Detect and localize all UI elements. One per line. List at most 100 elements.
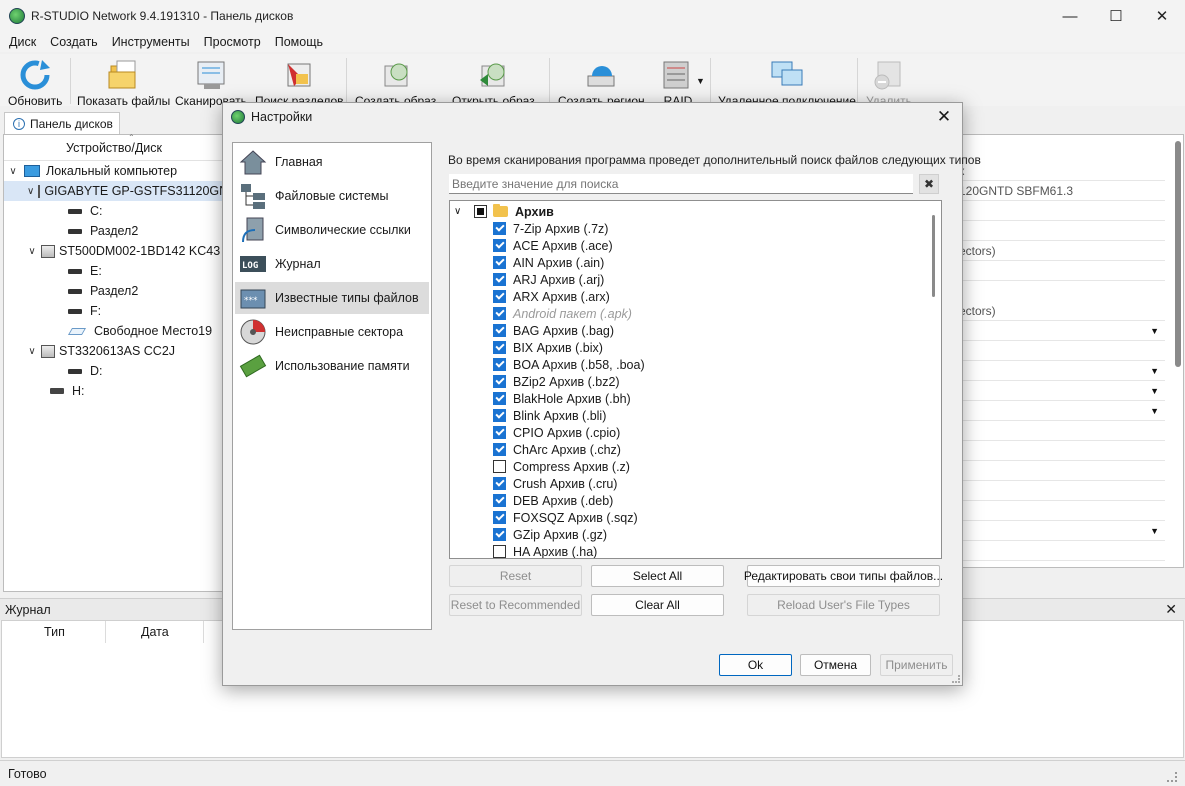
file-type-row[interactable]: DEB Архив (.deb) <box>493 492 613 509</box>
expand-chevron-icon[interactable]: ∨ <box>27 186 34 197</box>
file-type-row[interactable]: Android пакет (.apk) <box>493 305 632 322</box>
menu-create[interactable]: Создать <box>43 35 105 49</box>
tree-item-disk-gigabyte[interactable]: ∨ GIGABYTE GP-GSTFS31120GN <box>4 181 228 201</box>
clear-all-button[interactable]: Clear All <box>591 594 724 616</box>
reset-to-recommended-button[interactable]: Reset to Recommended <box>449 594 582 616</box>
tree-item-partition-c[interactable]: C: <box>64 201 103 221</box>
file-type-checkbox[interactable] <box>493 222 506 235</box>
file-type-checkbox[interactable] <box>493 341 506 354</box>
raid-dropdown-icon[interactable]: ▼ <box>696 76 705 86</box>
nav-item-memory-usage[interactable]: Использование памяти <box>235 350 429 382</box>
file-type-checkbox[interactable] <box>493 409 506 422</box>
file-type-row[interactable]: ARX Архив (.arx) <box>493 288 610 305</box>
show-files-button[interactable]: Показать файлы <box>77 58 170 108</box>
file-type-row[interactable]: FOXSQZ Архив (.sqz) <box>493 509 638 526</box>
raid-button[interactable]: RAID <box>661 58 695 108</box>
file-type-checkbox[interactable] <box>493 290 506 303</box>
file-type-row[interactable]: HA Архив (.ha) <box>493 543 597 558</box>
expand-chevron-icon[interactable]: ∨ <box>27 346 37 357</box>
find-partitions-button[interactable]: Поиск разделов <box>255 58 344 108</box>
tree-item-partition2-a[interactable]: Раздел2 <box>64 221 138 241</box>
file-type-checkbox[interactable] <box>493 528 506 541</box>
file-type-checkbox[interactable] <box>493 494 506 507</box>
resize-grip-icon[interactable] <box>1167 772 1177 782</box>
nav-item-main[interactable]: Главная <box>235 146 429 178</box>
file-type-row[interactable]: BOA Архив (.b58, .boa) <box>493 356 645 373</box>
file-type-checkbox[interactable] <box>493 460 506 473</box>
nav-item-file-systems[interactable]: Файловые системы <box>235 180 429 212</box>
file-type-checkbox[interactable] <box>493 426 506 439</box>
open-image-button[interactable]: Открыть образ <box>452 58 535 108</box>
file-type-checkbox[interactable] <box>493 239 506 252</box>
file-type-row[interactable]: ARJ Архив (.arj) <box>493 271 604 288</box>
clear-search-button[interactable]: ✖ <box>919 174 939 194</box>
reset-button[interactable]: Reset <box>449 565 582 587</box>
expand-chevron-icon[interactable]: ∨ <box>454 206 466 217</box>
minimize-button[interactable]: — <box>1047 0 1093 32</box>
dropdown-arrow-icon[interactable]: ▼ <box>1150 326 1159 336</box>
property-row[interactable]: ▼ <box>959 361 1165 381</box>
menu-tools[interactable]: Инструменты <box>105 35 197 49</box>
nav-item-bad-sectors[interactable]: Неисправные сектора <box>235 316 429 348</box>
file-type-checkbox[interactable] <box>493 511 506 524</box>
dropdown-arrow-icon[interactable]: ▼ <box>1150 526 1159 536</box>
dropdown-arrow-icon[interactable]: ▼ <box>1150 366 1159 376</box>
ok-button[interactable]: Ok <box>719 654 792 676</box>
file-type-row[interactable]: Blink Архив (.bli) <box>493 407 606 424</box>
tree-item-partition-f[interactable]: F: <box>64 301 101 321</box>
tree-item-partition-d[interactable]: D: <box>64 361 103 381</box>
file-type-row[interactable]: BZip2 Архив (.bz2) <box>493 373 620 390</box>
select-all-button[interactable]: Select All <box>591 565 724 587</box>
maximize-button[interactable]: ☐ <box>1093 0 1139 32</box>
file-type-row[interactable]: CPIO Архив (.cpio) <box>493 424 620 441</box>
file-type-checkbox[interactable] <box>493 358 506 371</box>
file-type-checkbox[interactable] <box>493 273 506 286</box>
close-journal-icon[interactable]: ✕ <box>1165 601 1177 618</box>
file-type-checkbox[interactable] <box>493 443 506 456</box>
journal-column-type[interactable]: Тип <box>44 625 65 639</box>
file-type-checkbox[interactable] <box>493 375 506 388</box>
file-type-checkbox[interactable] <box>493 545 506 558</box>
dropdown-arrow-icon[interactable]: ▼ <box>1150 386 1159 396</box>
tree-item-drive-h[interactable]: H: <box>46 381 85 401</box>
menu-help[interactable]: Помощь <box>268 35 330 49</box>
reload-file-types-button[interactable]: Reload User's File Types <box>747 594 940 616</box>
edit-file-types-button[interactable]: Редактировать свои типы файлов... <box>744 565 943 587</box>
property-row[interactable]: ▼ <box>959 321 1165 341</box>
scan-button[interactable]: Сканировать <box>175 58 247 108</box>
file-type-row[interactable]: BAG Архив (.bag) <box>493 322 614 339</box>
file-type-row[interactable]: ChArc Архив (.chz) <box>493 441 621 458</box>
file-type-search-input[interactable] <box>449 174 913 194</box>
apply-button[interactable]: Применить <box>880 654 953 676</box>
refresh-button[interactable]: Обновить <box>8 58 62 108</box>
file-type-checkbox[interactable] <box>493 256 506 269</box>
tree-item-disk-st500[interactable]: ∨ ST500DM002-1BD142 KC43 <box>27 241 220 261</box>
expand-chevron-icon[interactable]: ∨ <box>27 246 37 257</box>
file-type-checkbox[interactable] <box>493 392 506 405</box>
property-row[interactable]: ▼ <box>959 401 1165 421</box>
file-type-row[interactable]: BlakHole Архив (.bh) <box>493 390 631 407</box>
tree-item-partition2-b[interactable]: Раздел2 <box>64 281 138 301</box>
file-type-row[interactable]: AIN Архив (.ain) <box>493 254 604 271</box>
dialog-close-button[interactable]: ✕ <box>932 106 956 128</box>
file-type-row[interactable]: GZip Архив (.gz) <box>493 526 607 543</box>
tree-item-free-space[interactable]: Свободное Место19 <box>64 321 212 341</box>
create-image-button[interactable]: Создать образ <box>355 58 436 108</box>
menu-view[interactable]: Просмотр <box>197 35 268 49</box>
tab-disk-panel[interactable]: i Панель дисков <box>4 112 120 134</box>
property-row[interactable]: ▼ <box>959 521 1165 541</box>
dropdown-arrow-icon[interactable]: ▼ <box>1150 406 1159 416</box>
create-region-button[interactable]: Создать регион <box>558 58 645 108</box>
nav-item-known-file-types[interactable]: *** Известные типы файлов <box>235 282 429 314</box>
file-type-row[interactable]: Compress Архив (.z) <box>493 458 630 475</box>
journal-column-date[interactable]: Дата <box>141 625 169 639</box>
file-type-checkbox[interactable] <box>493 324 506 337</box>
nav-item-journal[interactable]: LOG Журнал <box>235 248 429 280</box>
scrollbar-thumb[interactable] <box>932 215 935 297</box>
menu-disk[interactable]: Диск <box>2 35 43 49</box>
column-header-device[interactable]: Устройство/Диск ⌃ <box>4 133 224 161</box>
nav-item-symlinks[interactable]: Символические ссылки <box>235 214 429 246</box>
tree-item-local-computer[interactable]: ∨ Локальный компьютер <box>8 161 177 181</box>
close-window-button[interactable]: ✕ <box>1139 0 1185 32</box>
expand-chevron-icon[interactable]: ∨ <box>8 166 18 177</box>
